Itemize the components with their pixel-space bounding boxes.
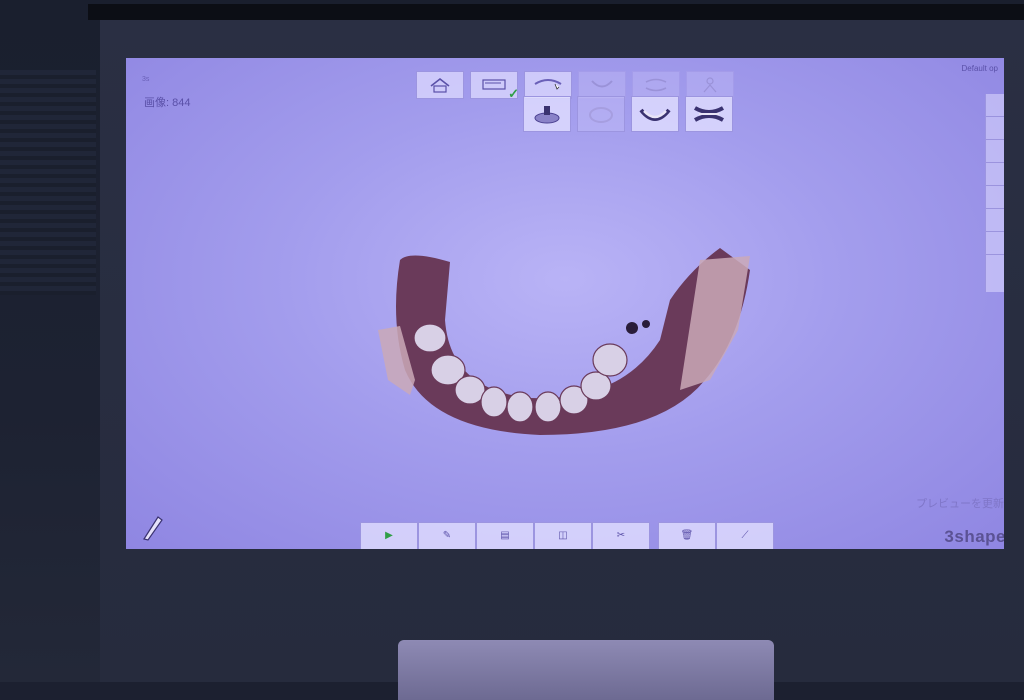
play-icon: ▶: [385, 530, 393, 541]
upper-arch-button[interactable]: [685, 96, 733, 132]
right-tool-2[interactable]: [986, 117, 1004, 140]
upper-jaw-step-button[interactable]: [578, 71, 626, 99]
lower-arch-icon: [639, 108, 671, 121]
corner-mark: 3s: [142, 76, 150, 83]
trash-icon: 🗑: [680, 530, 694, 541]
scan-settings-icon: [482, 79, 506, 90]
brush-icon: ✎: [442, 530, 452, 541]
right-tool-3[interactable]: [986, 140, 1004, 163]
camera-icon: ◫: [558, 530, 568, 541]
start-scan-button[interactable]: ▶: [360, 522, 418, 549]
patient-icon: [703, 77, 717, 93]
right-tool-7[interactable]: [986, 232, 1004, 255]
tools-button[interactable]: ✂: [592, 522, 650, 549]
brush-button[interactable]: ✎: [418, 522, 476, 549]
right-tool-4[interactable]: [986, 163, 1004, 186]
lower-jaw-icon: [534, 79, 562, 90]
scan-application-window: 3s 画像: 844 Default op ✓ プレビューを更新 3shape …: [126, 58, 1004, 549]
patient-step-button[interactable]: [686, 71, 734, 99]
antagonist-scan-button[interactable]: [577, 96, 625, 132]
scan-holes: [626, 320, 650, 334]
right-tool-1[interactable]: [986, 94, 1004, 117]
right-tool-5[interactable]: [986, 186, 1004, 209]
document-icon: ▤: [500, 530, 510, 541]
prep-scan-icon: [534, 106, 560, 124]
brand-logo: 3shape: [944, 527, 1004, 546]
lower-jaw-step-button[interactable]: [524, 71, 572, 99]
wand-icon: ⟋: [741, 530, 749, 541]
layout-label[interactable]: Default op: [962, 64, 998, 73]
check-icon: ✓: [508, 86, 519, 101]
toolbar-gap: [650, 522, 658, 549]
camera-button[interactable]: ◫: [534, 522, 592, 549]
upper-jaw-icon: [591, 80, 613, 88]
delete-button[interactable]: 🗑: [658, 522, 716, 549]
scan-settings-button[interactable]: ✓: [470, 71, 519, 101]
bite-icon: [645, 78, 667, 92]
bottom-action-toolbar: ▶ ✎ ▤ ◫ ✂ 🗑 ⟋: [360, 522, 774, 549]
scan-sub-toolbar: [523, 96, 733, 132]
right-tool-6[interactable]: [986, 209, 1004, 232]
workflow-toolbar: ✓: [416, 71, 734, 101]
upper-arch-icon: [694, 106, 724, 122]
prep-scan-button[interactable]: [523, 96, 571, 132]
image-count-label: 画像: 844: [144, 97, 191, 109]
window-blind: [0, 70, 96, 295]
antagonist-icon: [589, 107, 613, 123]
screen-housing: [88, 4, 1024, 20]
home-icon: [430, 77, 450, 93]
pen-icon[interactable]: [140, 513, 164, 541]
bite-step-button[interactable]: [632, 71, 680, 99]
jaw-scan-model[interactable]: [370, 230, 760, 440]
home-button[interactable]: [416, 71, 464, 99]
projector-device: [398, 640, 774, 700]
lower-arch-button[interactable]: [631, 96, 679, 132]
document-button[interactable]: ▤: [476, 522, 534, 549]
preview-update-label[interactable]: プレビューを更新: [916, 495, 1004, 511]
tools-icon: ✂: [616, 530, 626, 541]
wand-button[interactable]: ⟋: [716, 522, 774, 549]
right-tool-panel: [985, 94, 1004, 292]
